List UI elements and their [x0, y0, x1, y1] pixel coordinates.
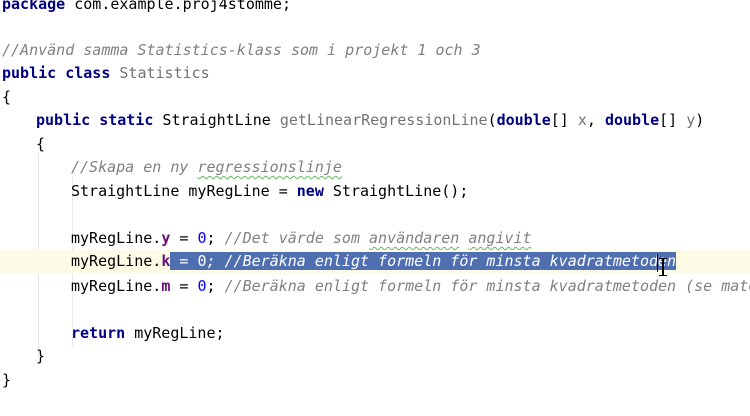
code-line-17[interactable]: }: [0, 369, 750, 393]
code-line-4[interactable]: public class Statistics: [0, 62, 750, 86]
semicolon: ;: [206, 229, 225, 247]
return-value: myRegLine;: [125, 324, 225, 342]
keyword-public-class: public class: [2, 64, 111, 82]
keyword-return: return: [71, 324, 126, 342]
open-brace: {: [2, 88, 12, 106]
field-k: k: [161, 252, 171, 270]
declaration: StraightLine myRegLine =: [71, 182, 297, 200]
code-editor[interactable]: package com.example.proj4stomme; //Använ…: [0, 0, 750, 416]
comment-spell-word: användaren: [369, 229, 460, 247]
assign: =: [170, 252, 198, 270]
comment: //Skapa en ny: [71, 158, 198, 176]
field-y: y: [161, 229, 171, 247]
constructor-call: StraightLine();: [323, 182, 469, 200]
comment: //Använd samma Statistics-klass som i pr…: [2, 41, 481, 59]
class-name: Statistics: [110, 64, 210, 82]
text-selection[interactable]: = 0; //Beräkna enligt formeln för minsta…: [170, 252, 677, 270]
assign: =: [170, 229, 198, 247]
object-ref: myRegLine.: [71, 277, 162, 295]
assign: =: [170, 277, 198, 295]
text-cursor-ibeam-icon: [658, 258, 668, 276]
param-name: y: [686, 111, 696, 129]
paren-open: (: [487, 111, 497, 129]
code-line-9[interactable]: StraightLine myRegLine = new StraightLin…: [0, 180, 750, 204]
code-line-6[interactable]: public static StraightLine getLinearRegr…: [0, 109, 750, 133]
field-m: m: [161, 277, 171, 295]
code-line-7[interactable]: {: [0, 133, 750, 157]
code-line-11[interactable]: myRegLine.y = 0; //Det värde som använda…: [0, 227, 750, 251]
keyword-public-static: public static: [36, 111, 154, 129]
semicolon: ;: [206, 277, 225, 295]
comma: ,: [586, 111, 605, 129]
comment: //Beräkna enligt formeln för minsta kvad…: [224, 277, 750, 295]
comment-spell-word: angivit: [468, 229, 532, 247]
code-line-5[interactable]: {: [0, 86, 750, 110]
array-brackets: []: [550, 111, 578, 129]
param-type: double: [604, 111, 660, 129]
close-brace: }: [36, 347, 46, 365]
close-brace: }: [2, 371, 12, 389]
package-name: com.example.proj4stomme;: [65, 0, 291, 13]
code-line-16[interactable]: }: [0, 345, 750, 369]
open-brace: {: [36, 135, 46, 153]
keyword-new: new: [296, 182, 324, 200]
paren-close: ): [695, 111, 705, 129]
return-type: StraightLine: [153, 111, 280, 129]
code-line-8[interactable]: //Skapa en ny regressionslinje: [0, 156, 750, 180]
array-brackets: []: [659, 111, 687, 129]
object-ref: myRegLine.: [71, 252, 162, 270]
comment-spell-word: regressionslinje: [197, 158, 342, 176]
object-ref: myRegLine.: [71, 229, 162, 247]
method-name: getLinearRegressionLine: [279, 111, 488, 129]
param-name: x: [577, 111, 587, 129]
keyword-package: package: [2, 0, 66, 13]
param-type: double: [496, 111, 551, 129]
comment-selected: ; //Beräkna enligt formeln för minsta kv…: [206, 252, 677, 270]
code-line-15[interactable]: return myRegLine;: [0, 322, 750, 346]
comment: //Det värde som: [224, 229, 370, 247]
code-line-13[interactable]: myRegLine.m = 0; //Beräkna enligt formel…: [0, 275, 750, 299]
code-line-12-current[interactable]: myRegLine.k = 0; //Beräkna enligt formel…: [0, 250, 750, 274]
code-line-1[interactable]: package com.example.proj4stomme;: [0, 0, 750, 17]
code-line-3[interactable]: //Använd samma Statistics-klass som i pr…: [0, 39, 750, 63]
